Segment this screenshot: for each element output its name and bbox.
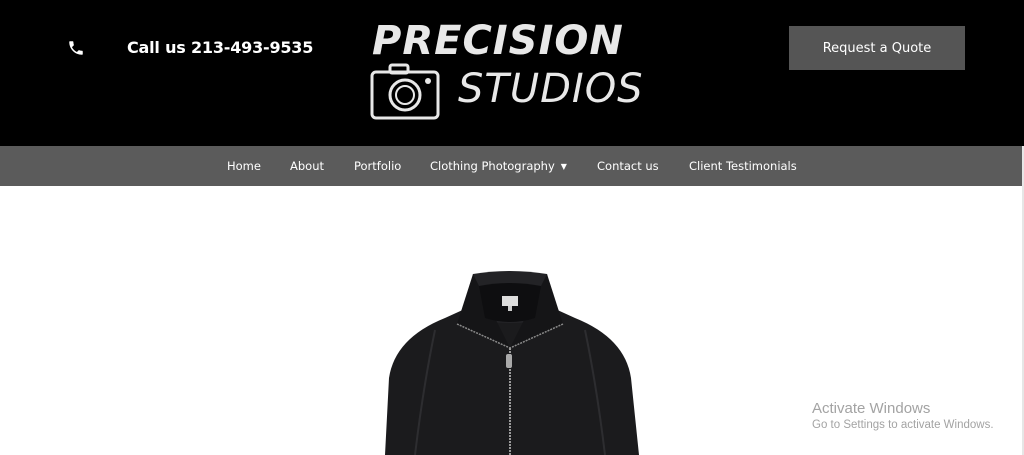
request-quote-button[interactable]: Request a Quote — [789, 26, 965, 70]
nav-item-contact-us[interactable]: Contact us — [597, 146, 659, 186]
nav-item-clothing-photography-label: Clothing Photography — [430, 159, 555, 173]
activate-windows-watermark-title: Activate Windows — [812, 400, 931, 417]
logo-text-precision: PRECISION — [372, 18, 624, 64]
nav-item-about[interactable]: About — [290, 146, 324, 186]
activate-windows-watermark-subtitle: Go to Settings to activate Windows. — [812, 419, 994, 431]
nav-item-clothing-photography[interactable]: Clothing Photography ▼ — [430, 146, 567, 186]
nav-item-home[interactable]: Home — [227, 146, 261, 186]
site-header: Call us 213-493-9535 PRECISION STUDIOS R… — [0, 0, 1024, 146]
phone-icon — [69, 41, 83, 55]
main-nav: Home About Portfolio Clothing Photograph… — [0, 146, 1022, 186]
precision-studios-logo[interactable]: PRECISION STUDIOS — [368, 18, 654, 120]
nav-item-portfolio[interactable]: Portfolio — [354, 146, 401, 186]
chevron-down-icon: ▼ — [560, 162, 567, 171]
call-us-phone-link[interactable]: Call us 213-493-9535 — [127, 38, 313, 57]
camera-icon — [370, 63, 440, 120]
logo-text-studios: STUDIOS — [458, 66, 644, 112]
nav-item-client-testimonials[interactable]: Client Testimonials — [689, 146, 797, 186]
black-jacket-product-image — [385, 271, 639, 455]
